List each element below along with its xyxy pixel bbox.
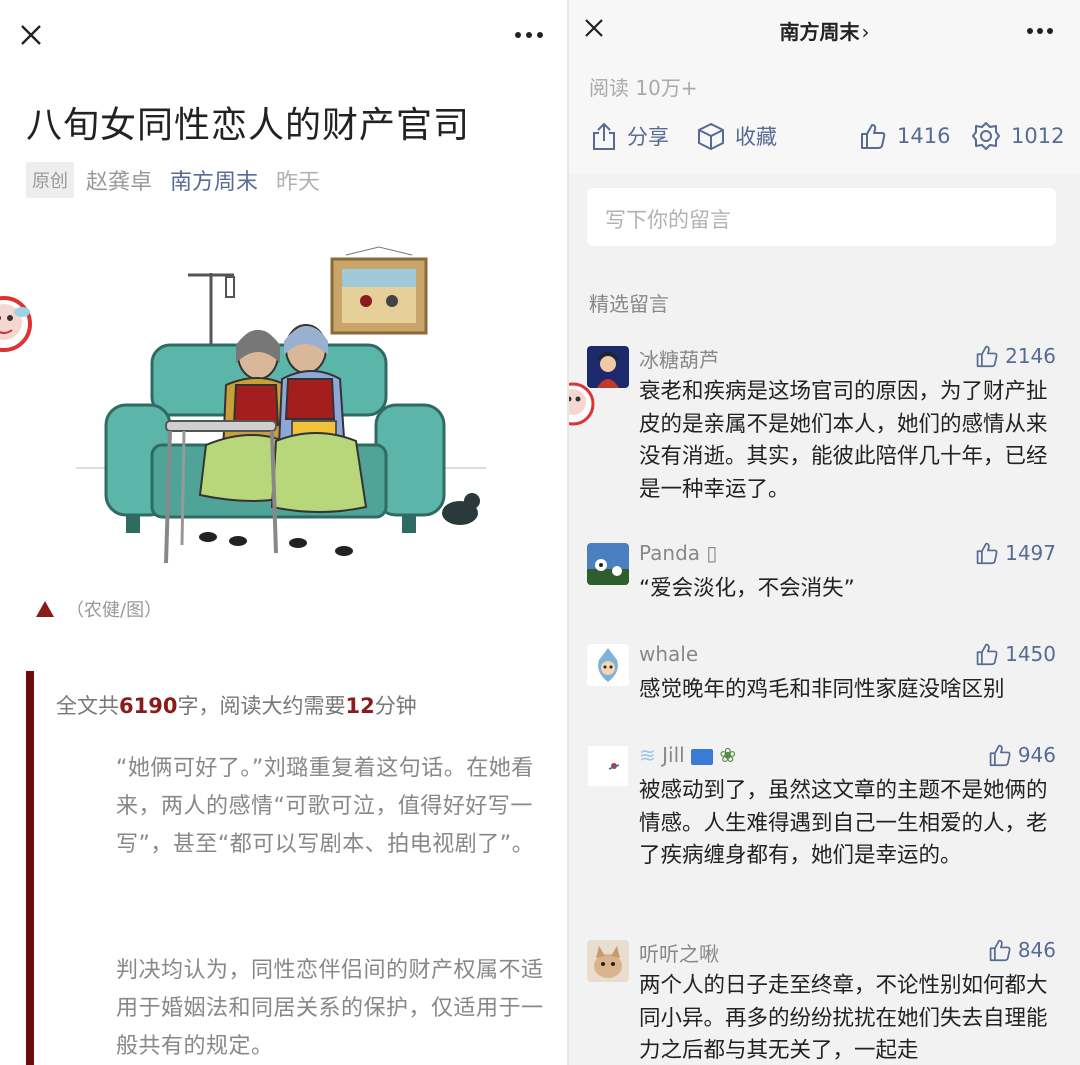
reading-time: 全文共6190字，阅读大约需要12分钟	[56, 690, 417, 720]
comment-text: 感觉晚年的鸡毛和非同性家庭没啥区别	[639, 677, 1005, 702]
wow-icon	[972, 122, 1000, 150]
comment-input[interactable]: 写下你的留言	[587, 188, 1056, 246]
more-icon[interactable]	[1026, 26, 1054, 36]
article-panel: 八旬女同性恋人的财产官司 原创 赵龚卓 南方周末 昨天 （农健/图） 全文共61…	[0, 0, 568, 1065]
commenter-name-text: Jill	[662, 743, 685, 767]
favorite-button[interactable]: 收藏	[697, 118, 777, 154]
image-caption: （农健/图）	[36, 596, 162, 622]
original-tag: 原创	[26, 162, 74, 198]
comment-like-count: 1497	[1005, 541, 1056, 565]
thumbs-up-icon	[976, 643, 998, 666]
comments-panel: 南方周末 › 阅读 10万+ 分享 收藏 1416 1012 写下你的留言 精选留…	[569, 0, 1080, 1065]
share-label: 分享	[627, 125, 669, 149]
minutes-count: 12	[345, 694, 375, 718]
chevron-right-icon: ›	[861, 20, 870, 44]
wow-count: 1012	[1011, 124, 1065, 148]
article-title: 八旬女同性恋人的财产官司	[26, 105, 471, 146]
soon-arrow-icon	[691, 748, 714, 765]
commenter-name: ≋ Jill ❀	[639, 743, 736, 767]
comment-like-button[interactable]: 1497	[975, 541, 1056, 565]
article-illustration	[76, 246, 486, 564]
comment-like-count: 846	[1017, 938, 1056, 962]
favorite-label: 收藏	[735, 125, 777, 149]
author-name: 赵龚卓	[86, 170, 153, 195]
share-button[interactable]: 分享	[591, 118, 669, 154]
read-count: 阅读 10万+	[589, 76, 698, 100]
comment-like-button[interactable]: 2146	[975, 344, 1056, 368]
comment-like-button[interactable]: 1450	[975, 642, 1056, 666]
avatar[interactable]	[587, 745, 629, 787]
commenter-name: Panda ▯	[639, 541, 718, 565]
article-paragraph: 判决均认为，同性恋伴侣间的财产权属不适用于婚姻法和同居关系的保护，仅适用于一般共…	[116, 958, 544, 1059]
more-icon[interactable]	[514, 30, 544, 40]
article-paragraph: “她俩可好了。”刘璐重复着这句话。在她看来，两人的感情“可歌可泣，值得好好写一写…	[116, 756, 535, 857]
reading-time-middle: 字，阅读大约需要	[177, 694, 346, 718]
selected-comments-label: 精选留言	[589, 292, 669, 316]
comment-text: 被感动到了，虽然这文章的主题不是她俩的情感。人生难得遇到自己一生相爱的人，老了疾…	[639, 778, 1048, 868]
comment-like-button[interactable]: 946	[988, 743, 1056, 767]
quote-bar	[26, 671, 34, 1065]
triangle-icon	[36, 601, 54, 617]
char-count: 6190	[119, 694, 178, 718]
comment-like-count: 2146	[1005, 344, 1056, 368]
commenter-name: 听听之啾	[639, 942, 719, 966]
account-link[interactable]: 南方周末	[170, 164, 258, 196]
comment-like-button[interactable]: 846	[988, 938, 1056, 962]
publish-date: 昨天	[276, 170, 321, 195]
thumbs-up-icon	[989, 744, 1011, 767]
thumbs-up-icon	[976, 345, 998, 368]
reading-time-prefix: 全文共	[56, 694, 119, 718]
like-button[interactable]: 1416	[859, 118, 950, 154]
caption-text: （农健/图）	[66, 600, 163, 621]
avatar[interactable]	[587, 543, 629, 585]
thumbs-up-icon	[861, 124, 886, 149]
comment-text: 两个人的日子走至终章，不论性别如何都大同小异。再多的纷纷扰扰在她们失去自理能力之…	[639, 973, 1048, 1063]
commenter-name: whale	[639, 642, 699, 666]
sticker-icon	[0, 296, 32, 352]
thumbs-up-icon	[976, 542, 998, 565]
wow-button[interactable]: 1012	[971, 118, 1064, 154]
comment-like-count: 946	[1017, 743, 1056, 767]
plant-icon: ❀	[719, 743, 737, 767]
commenter-name: 冰糖葫芦	[639, 348, 719, 372]
comment-text: 衰老和疾病是这场官司的原因，为了财产扯皮的是亲属不是她们本人，她们的感情从来没有…	[639, 379, 1048, 502]
article-meta: 原创 赵龚卓 南方周末 昨天	[26, 162, 321, 198]
avatar[interactable]	[587, 346, 629, 388]
like-count: 1416	[897, 124, 951, 148]
avatar[interactable]	[587, 644, 629, 686]
favorite-icon	[698, 122, 724, 151]
avatar[interactable]	[587, 940, 629, 982]
comment-like-count: 1450	[1005, 642, 1056, 666]
reading-time-suffix: 分钟	[374, 694, 417, 718]
account-header[interactable]: 南方周末 ›	[569, 16, 1080, 45]
account-header-name: 南方周末	[779, 20, 860, 44]
wind-icon: ≋	[639, 743, 656, 767]
share-icon	[593, 122, 615, 150]
close-icon[interactable]	[18, 22, 44, 48]
thumbs-up-icon	[989, 939, 1011, 962]
comment-text: “爱会淡化，不会消失”	[639, 576, 855, 601]
